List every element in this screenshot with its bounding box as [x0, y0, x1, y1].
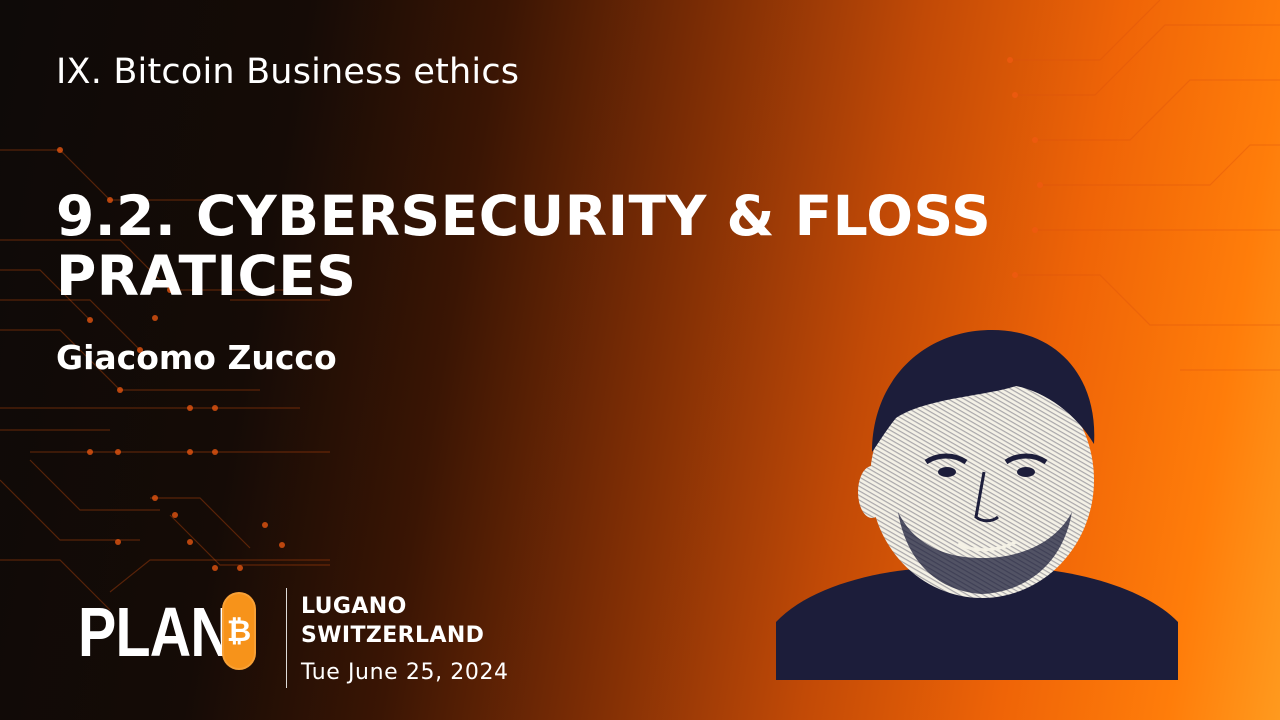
chapter-heading: IX. Bitcoin Business ethics: [56, 52, 520, 92]
event-location: LUGANO SWITZERLAND: [301, 592, 484, 650]
event-date: Tue June 25, 2024: [301, 660, 509, 685]
bitcoin-icon: ₿: [222, 592, 256, 670]
slide: IX. Bitcoin Business ethics 9.2. CYBERSE…: [0, 0, 1280, 720]
divider: [286, 588, 287, 688]
location-country: SWITZERLAND: [301, 623, 485, 648]
lecture-title: 9.2. CYBERSECURITY & FLOSS PRATICES: [56, 184, 992, 308]
location-city: LUGANO: [301, 594, 407, 619]
speaker-name: Giacomo Zucco: [56, 338, 337, 377]
bitcoin-symbol: ₿: [226, 613, 252, 649]
logo-text: PLAN: [78, 593, 232, 671]
speaker-portrait: [776, 330, 1178, 680]
plan-b-logo: PLAN ₿: [78, 592, 265, 672]
